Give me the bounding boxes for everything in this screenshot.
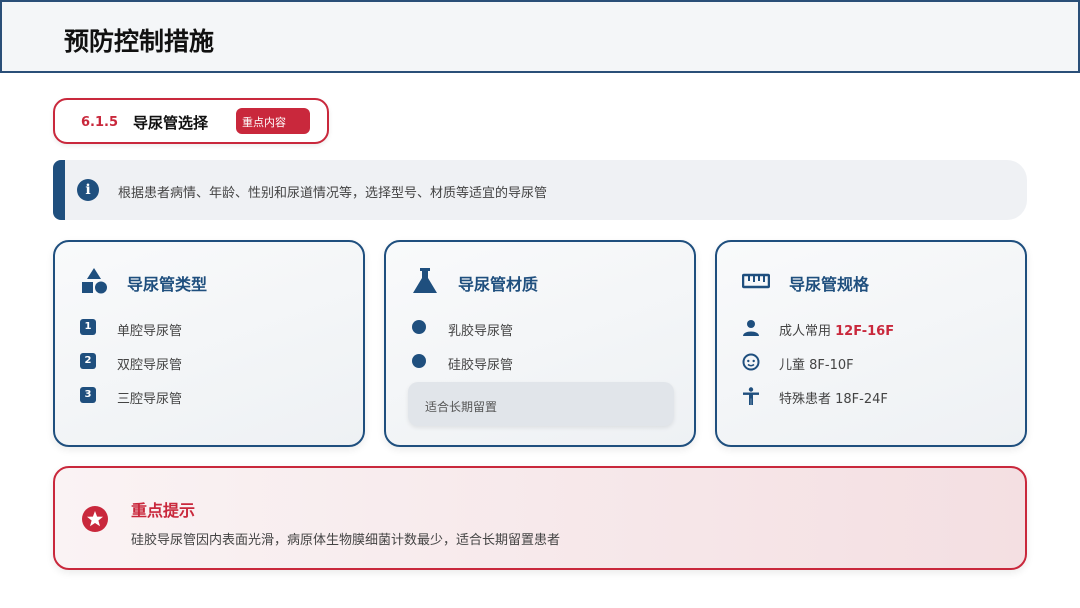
list-item-label: 特殊患者 18F-24F — [779, 392, 888, 407]
list-item-label: 单腔导尿管 — [117, 324, 183, 339]
number-2-icon: 2 — [80, 353, 98, 371]
list-item-label: 成人常用 12F-16F — [779, 324, 895, 339]
info-text: 根据患者病情、年龄、性别和尿道情况等，选择型号、材质等适宜的导尿管 — [118, 186, 548, 201]
list-item: 1 单腔导尿管 — [80, 317, 350, 339]
star-icon — [82, 506, 108, 532]
accessibility-icon — [743, 387, 759, 405]
list-item-label: 硅胶导尿管 — [448, 358, 514, 373]
shapes-icon — [82, 268, 107, 294]
key-content-badge: 重点内容 — [236, 108, 310, 134]
section-number: 6.1.5 — [81, 115, 119, 130]
flask-icon — [413, 268, 437, 293]
list-item-label: 双腔导尿管 — [117, 358, 183, 373]
list-item: 2 双腔导尿管 — [80, 351, 350, 373]
card-title: 导尿管规格 — [789, 275, 870, 294]
section-heading: 6.1.5 导尿管选择 重点内容 — [53, 98, 329, 144]
material-note: 适合长期留置 — [408, 382, 674, 426]
key-tip-box: 重点提示 硅胶导尿管因内表面光滑，病原体生物膜细菌计数最少，适合长期留置患者 — [53, 466, 1027, 570]
list-item: 特殊患者 18F-24F — [742, 385, 1012, 407]
list-item: 儿童 8F-10F — [742, 351, 1012, 373]
list-item-label: 儿童 8F-10F — [779, 358, 854, 373]
page-title: 预防控制措施 — [64, 27, 215, 56]
adult-size-highlight: 12F-16F — [835, 324, 895, 339]
ruler-icon — [742, 273, 770, 289]
user-icon — [743, 320, 759, 336]
info-banner: i 根据患者病情、年龄、性别和尿道情况等，选择型号、材质等适宜的导尿管 — [53, 160, 1027, 220]
section-title: 导尿管选择 — [133, 114, 209, 132]
info-accent-stripe — [53, 160, 65, 220]
circle-icon — [411, 319, 429, 337]
alert-text: 硅胶导尿管因内表面光滑，病原体生物膜细菌计数最少，适合长期留置患者 — [131, 533, 561, 548]
list-item: 成人常用 12F-16F — [742, 317, 1012, 339]
catheter-material-card: 导尿管材质 乳胶导尿管 硅胶导尿管 适合长期留置 — [384, 240, 696, 447]
material-note-text: 适合长期留置 — [425, 400, 498, 414]
circle-icon — [411, 353, 429, 371]
card-title: 导尿管类型 — [127, 275, 208, 294]
catheter-size-card: 导尿管规格 成人常用 12F-16F 儿童 8F-10F 特殊患者 18F-24… — [715, 240, 1027, 447]
list-item: 乳胶导尿管 — [411, 317, 681, 339]
list-item: 3 三腔导尿管 — [80, 385, 350, 407]
number-3-icon: 3 — [80, 387, 98, 405]
child-face-icon — [742, 353, 760, 371]
number-1-icon: 1 — [80, 319, 98, 337]
list-item-label: 三腔导尿管 — [117, 392, 183, 407]
title-bar: 预防控制措施 — [0, 0, 1080, 73]
card-title: 导尿管材质 — [458, 275, 539, 294]
alert-title: 重点提示 — [131, 501, 196, 520]
info-icon: i — [77, 179, 99, 201]
list-item: 硅胶导尿管 — [411, 351, 681, 373]
catheter-type-card: 导尿管类型 1 单腔导尿管 2 双腔导尿管 3 三腔导尿管 — [53, 240, 365, 447]
list-item-label: 乳胶导尿管 — [448, 324, 514, 339]
